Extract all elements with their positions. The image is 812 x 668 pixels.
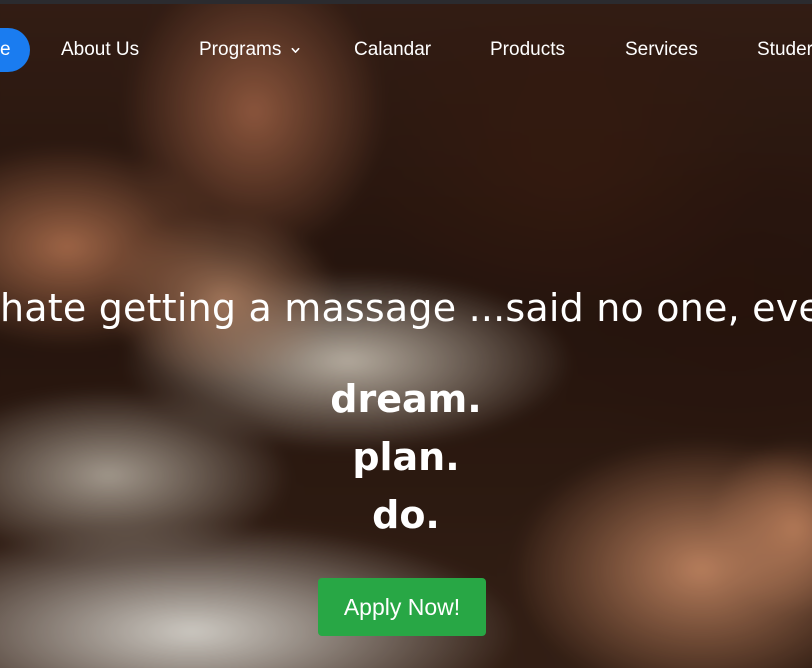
nav-item-label: Programs xyxy=(199,39,282,60)
nav-item-label: Calandar xyxy=(354,39,432,60)
nav-item-label: About Us xyxy=(61,39,140,60)
nav-item-about-us[interactable]: About Us xyxy=(61,28,139,72)
nav-item-services[interactable]: Services xyxy=(625,28,698,72)
hero-section: e About Us Programs Calandar Products Se… xyxy=(0,0,812,668)
main-nav: e About Us Programs Calandar Products Se… xyxy=(0,28,812,72)
motto-line-do: do. xyxy=(372,493,440,537)
nav-item-home[interactable]: e xyxy=(0,28,30,72)
chevron-down-icon xyxy=(291,46,300,55)
nav-item-label: Products xyxy=(490,39,565,60)
nav-item-products[interactable]: Products xyxy=(490,28,565,72)
motto-line-dream: dream. xyxy=(330,377,482,421)
nav-item-calandar[interactable]: Calandar xyxy=(354,28,431,72)
top-border xyxy=(0,0,812,4)
nav-item-student[interactable]: Studer xyxy=(757,28,812,72)
nav-item-programs[interactable]: Programs xyxy=(199,28,300,72)
nav-item-label: Studer xyxy=(757,39,812,60)
hero-motto: dream. plan. do. xyxy=(0,370,812,544)
hero-tagline: hate getting a massage ...said no one, e… xyxy=(0,286,812,330)
apply-now-button[interactable]: Apply Now! xyxy=(318,578,486,636)
motto-line-plan: plan. xyxy=(352,435,460,479)
hero-overlay xyxy=(0,0,812,668)
nav-item-home-label: e xyxy=(0,39,11,60)
nav-item-label: Services xyxy=(625,39,698,60)
